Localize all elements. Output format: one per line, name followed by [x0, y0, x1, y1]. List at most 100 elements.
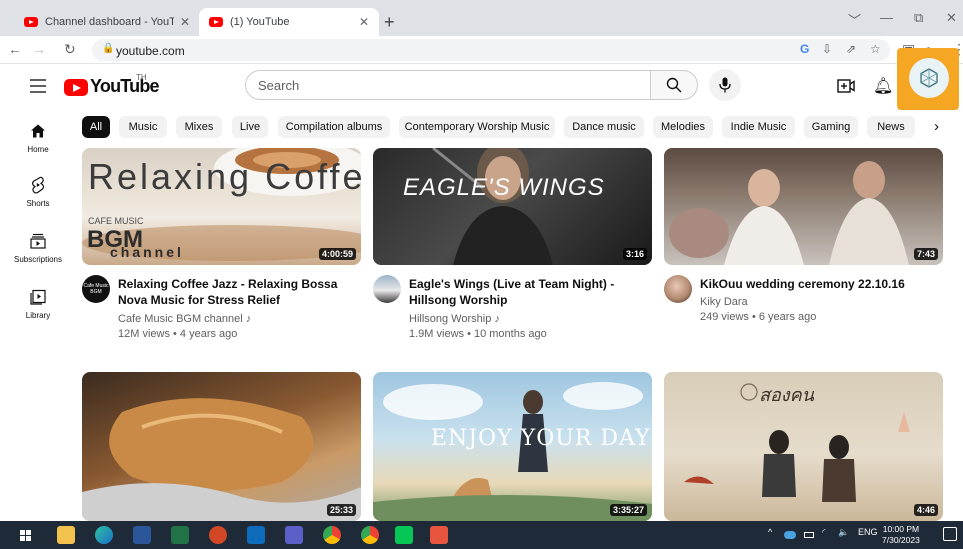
microphone-icon	[719, 77, 731, 93]
chips-next-icon[interactable]: ›	[934, 118, 939, 135]
video-title[interactable]: Eagle's Wings (Live at Team Night) - Hil…	[409, 276, 647, 308]
youtube-logo-icon[interactable]	[64, 79, 88, 96]
avatar-logo-icon	[920, 68, 938, 88]
chip-mixes[interactable]: Mixes	[176, 116, 222, 138]
guide-item-shorts[interactable]: Shorts	[10, 176, 66, 208]
video-thumbnail[interactable]: สองคน 4:46	[664, 372, 943, 521]
chip-live[interactable]: Live	[232, 116, 268, 138]
onedrive-icon[interactable]	[784, 531, 796, 539]
channel-avatar[interactable]	[664, 275, 692, 303]
youtube-logo-text[interactable]: YouTube	[90, 76, 160, 97]
channel-avatar[interactable]	[373, 275, 401, 303]
bookmark-star-icon[interactable]: ☆	[870, 42, 881, 56]
youtube-favicon-icon	[209, 17, 223, 27]
new-tab-button[interactable]: +	[384, 12, 395, 33]
line-icon[interactable]	[395, 526, 413, 544]
chip-dance-music[interactable]: Dance music	[564, 116, 644, 138]
edge-icon[interactable]	[95, 526, 113, 544]
channel-name-text: Cafe Music BGM channel	[118, 313, 243, 325]
video-thumbnail[interactable]: 25:33	[82, 372, 361, 521]
video-duration: 25:33	[326, 504, 356, 516]
chrome-profile-icon[interactable]	[361, 526, 379, 544]
search-input[interactable]: Search	[245, 70, 650, 100]
voice-search-button[interactable]	[709, 69, 741, 101]
guide-item-home[interactable]: Home	[10, 122, 66, 154]
notification-center-icon[interactable]	[943, 527, 957, 541]
video-title[interactable]: KikOuu wedding ceremony 22.10.16	[700, 276, 938, 292]
back-icon[interactable]: ←	[8, 41, 22, 57]
account-avatar[interactable]	[909, 58, 949, 98]
chip-music[interactable]: Music	[119, 116, 167, 138]
video-thumbnail[interactable]: ENJOY YOUR DAY 3:35:27	[373, 372, 652, 521]
minimize-button[interactable]: —	[880, 10, 893, 25]
channel-avatar-text: Cafe Music BGM	[83, 283, 109, 295]
tab-channel-dashboard[interactable]: Channel dashboard - YouTube St ✕	[14, 8, 200, 36]
video-camera-add-icon	[837, 79, 855, 93]
windows-start-icon[interactable]	[20, 530, 31, 541]
video-thumbnail[interactable]: Relaxing Coffee CAFE MUSIC BGM channel 4…	[82, 148, 361, 265]
chip-news[interactable]: News	[867, 116, 915, 138]
language-indicator[interactable]: ENG	[858, 527, 878, 537]
taskbar-clock[interactable]: 10:00 PM 7/30/2023	[882, 524, 920, 546]
excel-icon[interactable]	[171, 526, 189, 544]
channel-name[interactable]: Kiky Dara	[700, 295, 748, 310]
share-icon[interactable]: ⇗	[846, 42, 856, 56]
thumbnail-text: EAGLE'S WINGS	[403, 174, 605, 201]
tab-close-icon[interactable]: ✕	[180, 15, 190, 29]
windows-taskbar: ^ ◜ 🔈 ENG 10:00 PM 7/30/2023	[0, 521, 963, 549]
outlook-icon[interactable]	[247, 526, 265, 544]
chip-melodies[interactable]: Melodies	[653, 116, 713, 138]
chip-indie-music[interactable]: Indie Music	[722, 116, 795, 138]
word-icon[interactable]	[133, 526, 151, 544]
channel-name-text: Hillsong Worship	[409, 313, 492, 325]
guide-item-label: Home	[27, 145, 49, 154]
install-app-icon[interactable]: ⇩	[822, 42, 832, 56]
close-window-button[interactable]: ✕	[946, 10, 957, 26]
tab-close-icon[interactable]: ✕	[359, 15, 369, 29]
video-thumbnail[interactable]: 7:43	[664, 148, 943, 265]
thumbnail-text: ENJOY YOUR DAY	[431, 426, 651, 451]
tray-overflow-icon[interactable]: ^	[768, 527, 772, 537]
volume-icon[interactable]: 🔈	[838, 527, 849, 538]
guide-item-subscriptions[interactable]: Subscriptions	[10, 232, 66, 264]
guide-item-label: Shorts	[26, 199, 50, 208]
channel-name[interactable]: Cafe Music BGM channel ♪	[118, 312, 251, 327]
address-bar[interactable]: 🔒 youtube.com G ⇩ ⇗ ☆	[92, 39, 890, 61]
wedding-image	[669, 161, 909, 265]
chip-gaming[interactable]: Gaming	[804, 116, 858, 138]
chip-contemporary-worship-music[interactable]: Contemporary Worship Music	[399, 116, 555, 138]
thumbnail-subtext: CAFE MUSIC	[88, 216, 144, 226]
search-button[interactable]	[650, 70, 698, 100]
channel-name[interactable]: Hillsong Worship ♪	[409, 312, 500, 327]
powerpoint-icon[interactable]	[209, 526, 227, 544]
guide-item-library[interactable]: Library	[10, 288, 66, 320]
create-button[interactable]	[836, 76, 856, 96]
tab-youtube[interactable]: (1) YouTube ✕	[199, 8, 379, 36]
wifi-icon[interactable]: ◜	[822, 527, 826, 538]
channel-avatar[interactable]: Cafe Music BGM	[82, 275, 110, 303]
guide-item-label: Library	[25, 311, 51, 320]
restore-button[interactable]: ⧉	[914, 10, 923, 26]
food-image	[82, 398, 361, 521]
tab-title: Channel dashboard - YouTube St	[45, 16, 174, 28]
lock-icon[interactable]: 🔒	[102, 43, 114, 54]
notifications-bell-icon[interactable]: 🔔︎	[873, 76, 893, 96]
tab-search-dropdown-icon[interactable]: ﹀	[848, 10, 861, 29]
video-title[interactable]: Relaxing Coffee Jazz - Relaxing Bossa No…	[118, 276, 356, 308]
tab-title: (1) YouTube	[230, 16, 290, 28]
battery-icon[interactable]	[804, 532, 814, 538]
app-icon[interactable]	[430, 526, 448, 544]
chip-compilation-albums[interactable]: Compilation albums	[278, 116, 390, 138]
video-thumbnail[interactable]: EAGLE'S WINGS 3:16	[373, 148, 652, 265]
video-meta: 249 views • 6 years ago	[700, 311, 817, 323]
file-explorer-icon[interactable]	[57, 526, 75, 544]
forward-icon[interactable]: →	[32, 41, 46, 57]
chrome-icon[interactable]	[323, 526, 341, 544]
clock-time: 10:00 PM	[882, 524, 920, 534]
google-icon[interactable]: G	[800, 42, 809, 56]
thumbnail-text: สองคน	[759, 385, 814, 405]
reload-icon[interactable]: ↻	[64, 41, 76, 58]
chip-all[interactable]: All	[82, 116, 110, 138]
guide-menu-icon[interactable]	[30, 79, 46, 97]
teams-icon[interactable]	[285, 526, 303, 544]
